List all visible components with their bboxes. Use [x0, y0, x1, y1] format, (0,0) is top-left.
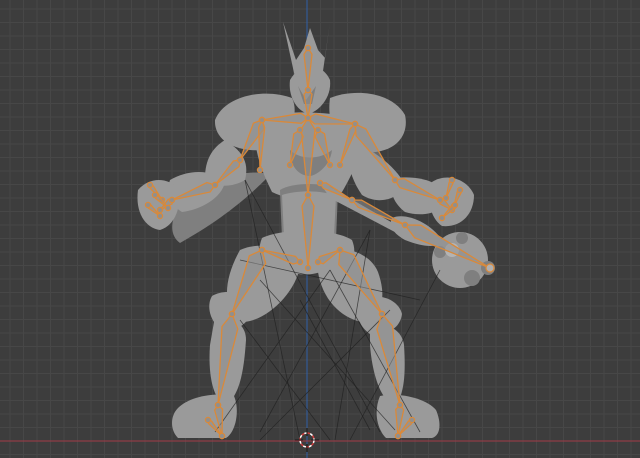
- bone-joint[interactable]: [214, 401, 222, 409]
- bone-joint[interactable]: [378, 310, 386, 318]
- bone-joint[interactable]: [304, 264, 312, 272]
- bone-joint[interactable]: [258, 246, 266, 254]
- bone-joint[interactable]: [218, 432, 226, 440]
- bone-joint[interactable]: [448, 176, 456, 184]
- bone-joint[interactable]: [151, 191, 159, 199]
- bone-joint[interactable]: [156, 212, 164, 220]
- bone-joint[interactable]: [485, 263, 495, 273]
- bone-joint[interactable]: [256, 166, 264, 174]
- bone-joint[interactable]: [401, 221, 409, 229]
- bone-joint[interactable]: [351, 120, 359, 128]
- bone-joint[interactable]: [394, 432, 402, 440]
- bone-joint[interactable]: [391, 176, 399, 184]
- viewport-canvas[interactable]: [0, 0, 640, 458]
- character-mesh[interactable]: [137, 22, 495, 438]
- bone-joint[interactable]: [304, 191, 312, 199]
- bone-joint[interactable]: [348, 196, 356, 204]
- bone-joint[interactable]: [408, 416, 416, 424]
- bone-joint[interactable]: [304, 86, 312, 94]
- bone-joint[interactable]: [296, 258, 304, 266]
- bone-joint[interactable]: [156, 206, 164, 214]
- bone-joint[interactable]: [236, 156, 244, 164]
- bone-joint[interactable]: [144, 201, 152, 209]
- bone-joint[interactable]: [304, 44, 312, 52]
- bone-joint[interactable]: [456, 186, 464, 194]
- bone-joint[interactable]: [336, 246, 344, 254]
- 3d-viewport[interactable]: [0, 0, 640, 458]
- bone-joint[interactable]: [314, 258, 322, 266]
- bone-joint[interactable]: [436, 196, 444, 204]
- bone-joint[interactable]: [326, 161, 334, 169]
- bone-joint[interactable]: [211, 181, 219, 189]
- bone-joint[interactable]: [204, 416, 212, 424]
- bone-joint[interactable]: [438, 214, 446, 222]
- bone-joint[interactable]: [146, 181, 154, 189]
- bone-joint[interactable]: [442, 194, 450, 202]
- bone-joint[interactable]: [228, 310, 236, 318]
- bone-joint[interactable]: [316, 179, 324, 187]
- bone-joint[interactable]: [396, 401, 404, 409]
- bone-joint[interactable]: [314, 126, 322, 134]
- bone-joint[interactable]: [168, 196, 176, 204]
- bone-joint[interactable]: [451, 201, 459, 209]
- bone-joint[interactable]: [286, 161, 294, 169]
- bone-joint[interactable]: [304, 114, 312, 122]
- bone-joint[interactable]: [336, 161, 344, 169]
- bone-joint[interactable]: [296, 126, 304, 134]
- bone-joint[interactable]: [258, 116, 266, 124]
- bone-joint[interactable]: [164, 204, 172, 212]
